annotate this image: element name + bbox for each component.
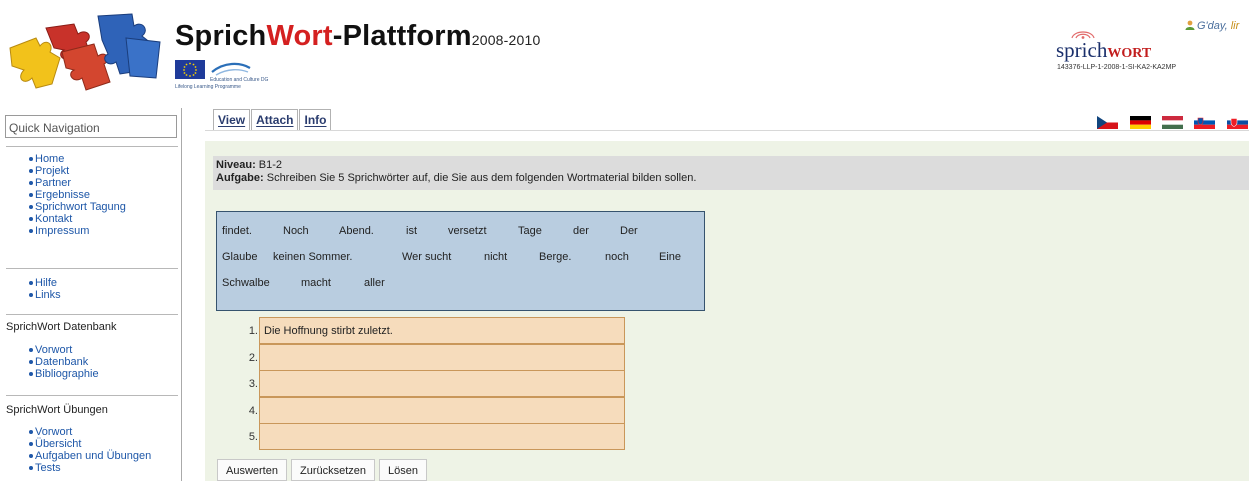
czech-flag-icon[interactable] — [1097, 116, 1118, 129]
answer-field-4[interactable] — [259, 396, 625, 424]
word-chip[interactable]: Glaube — [222, 251, 257, 263]
sprichwort-logo: sprichWORT — [1056, 22, 1176, 64]
datenbank-nav: Vorwort Datenbank Bibliographie — [6, 344, 178, 380]
slovenian-flag-icon[interactable] — [1194, 116, 1215, 129]
word-chip[interactable]: nicht — [484, 251, 507, 263]
nav-item-bibliographie[interactable]: Bibliographie — [6, 368, 178, 380]
nav-item-partner[interactable]: Partner — [6, 177, 178, 189]
word-chip[interactable]: keinen Sommer. — [273, 251, 352, 263]
site-title: SprichWort-Plattform2008-2010 — [175, 20, 541, 52]
uebungen-section-title: SprichWort Übungen — [6, 404, 108, 416]
nav-item-links[interactable]: Links — [6, 289, 178, 301]
quick-navigation-input[interactable]: Quick Navigation — [5, 115, 177, 138]
nav-item-impressum[interactable]: Impressum — [6, 225, 178, 237]
word-chip[interactable]: Schwalbe — [222, 277, 270, 289]
user-greeting[interactable]: G'day, lir — [1185, 20, 1239, 32]
tab-view[interactable]: View — [213, 109, 251, 130]
nav-item-sprichwort-tagung[interactable]: Sprichwort Tagung — [6, 201, 178, 213]
datenbank-section-title: SprichWort Datenbank — [6, 321, 117, 333]
help-nav: Hilfe Links — [6, 277, 178, 301]
reset-button[interactable]: Zurücksetzen — [290, 459, 376, 481]
page-tabs: View Attach Info — [213, 109, 332, 130]
llp-label: Lifelong Learning Programme — [175, 84, 241, 90]
divider — [6, 395, 178, 396]
llp-subtitle: Education and Culture DG — [210, 77, 269, 83]
user-icon — [1185, 20, 1195, 30]
nav-item-tests[interactable]: Tests — [6, 462, 178, 474]
answer-number: 3. — [248, 378, 258, 391]
nav-item-hilfe[interactable]: Hilfe — [6, 277, 178, 289]
tab-info[interactable]: Info — [299, 109, 332, 130]
word-chip[interactable]: Der — [620, 225, 638, 237]
nav-item-datenbank[interactable]: Datenbank — [6, 356, 178, 368]
word-chip[interactable]: versetzt — [448, 225, 487, 237]
hungarian-flag-icon[interactable] — [1162, 116, 1183, 129]
answer-row: 1. Die Hoffnung stirbt zuletzt. — [242, 317, 630, 344]
nav-item-projekt[interactable]: Projekt — [6, 165, 178, 177]
aufgabe-line: Aufgabe: Schreiben Sie 5 Sprichwörter au… — [216, 172, 697, 184]
word-material-box: findet. Noch Abend. ist versetzt Tage de… — [216, 211, 705, 311]
tab-attach[interactable]: Attach — [251, 109, 299, 130]
word-chip[interactable]: der — [573, 225, 589, 237]
page-header: SprichWort-Plattform2008-2010 Education … — [0, 0, 1249, 100]
nav-item-uebersicht[interactable]: Übersicht — [6, 438, 178, 450]
answer-row: 5. — [242, 423, 630, 451]
word-chip[interactable]: Abend. — [339, 225, 374, 237]
puzzle-logo-icon — [9, 13, 161, 91]
word-chip[interactable]: Tage — [518, 225, 542, 237]
main-content: Niveau: B1-2 Aufgabe: Schreiben Sie 5 Sp… — [205, 141, 1249, 481]
answer-row: 4. — [242, 396, 630, 424]
answer-list: 1. Die Hoffnung stirbt zuletzt. 2. 3. 4.… — [242, 317, 630, 451]
eu-flag-icon — [175, 60, 205, 79]
answer-field-5[interactable] — [259, 423, 625, 451]
word-chip[interactable]: Eine — [659, 251, 681, 263]
solve-button[interactable]: Lösen — [379, 459, 427, 481]
answer-row: 2. — [242, 343, 630, 371]
answer-number: 2. — [248, 351, 258, 364]
answer-number: 4. — [248, 404, 258, 417]
divider — [6, 146, 178, 147]
nav-item-ergebnisse[interactable]: Ergebnisse — [6, 189, 178, 201]
divider — [6, 268, 178, 269]
tab-divider — [205, 130, 1249, 131]
username-link[interactable]: lir — [1231, 20, 1240, 32]
nav-item-aufgaben-und-uebungen[interactable]: Aufgaben und Übungen — [6, 450, 178, 462]
nav-item-kontakt[interactable]: Kontakt — [6, 213, 178, 225]
word-chip[interactable]: findet. — [222, 225, 252, 237]
answer-number: 5. — [248, 431, 258, 444]
word-chip[interactable]: macht — [301, 277, 331, 289]
answer-field-3[interactable] — [259, 370, 625, 398]
word-chip[interactable]: aller — [364, 277, 385, 289]
nav-item-home[interactable]: Home — [6, 153, 178, 165]
german-flag-icon[interactable] — [1130, 116, 1151, 129]
word-chip[interactable]: Wer sucht — [402, 251, 451, 263]
evaluate-button[interactable]: Auswerten — [217, 459, 287, 481]
answer-number: 1. — [248, 325, 258, 337]
word-chip[interactable]: Berge. — [539, 251, 571, 263]
word-chip[interactable]: Noch — [283, 225, 309, 237]
nav-item-uebungen-vorwort[interactable]: Vorwort — [6, 426, 178, 438]
niveau-line: Niveau: B1-2 — [216, 159, 283, 171]
task-description: Niveau: B1-2 Aufgabe: Schreiben Sie 5 Sp… — [213, 156, 1249, 190]
answer-row: 3. — [242, 370, 630, 398]
answer-field-1[interactable]: Die Hoffnung stirbt zuletzt. — [259, 317, 625, 344]
word-chip[interactable]: ist — [406, 225, 417, 237]
answer-field-2[interactable] — [259, 343, 625, 371]
action-buttons: Auswerten Zurücksetzen Lösen — [217, 459, 431, 481]
nav-item-vorwort[interactable]: Vorwort — [6, 344, 178, 356]
word-chip[interactable]: noch — [605, 251, 629, 263]
main-nav: Home Projekt Partner Ergebnisse Sprichwo… — [6, 153, 178, 237]
uebungen-nav: Vorwort Übersicht Aufgaben und Übungen T… — [6, 426, 178, 474]
divider — [6, 314, 178, 315]
slovak-flag-icon[interactable] — [1227, 116, 1248, 129]
sidebar: Quick Navigation Home Projekt Partner Er… — [0, 108, 182, 481]
project-code: 143376-LLP-1-2008-1-SI-KA2-KA2MP — [1057, 64, 1177, 71]
